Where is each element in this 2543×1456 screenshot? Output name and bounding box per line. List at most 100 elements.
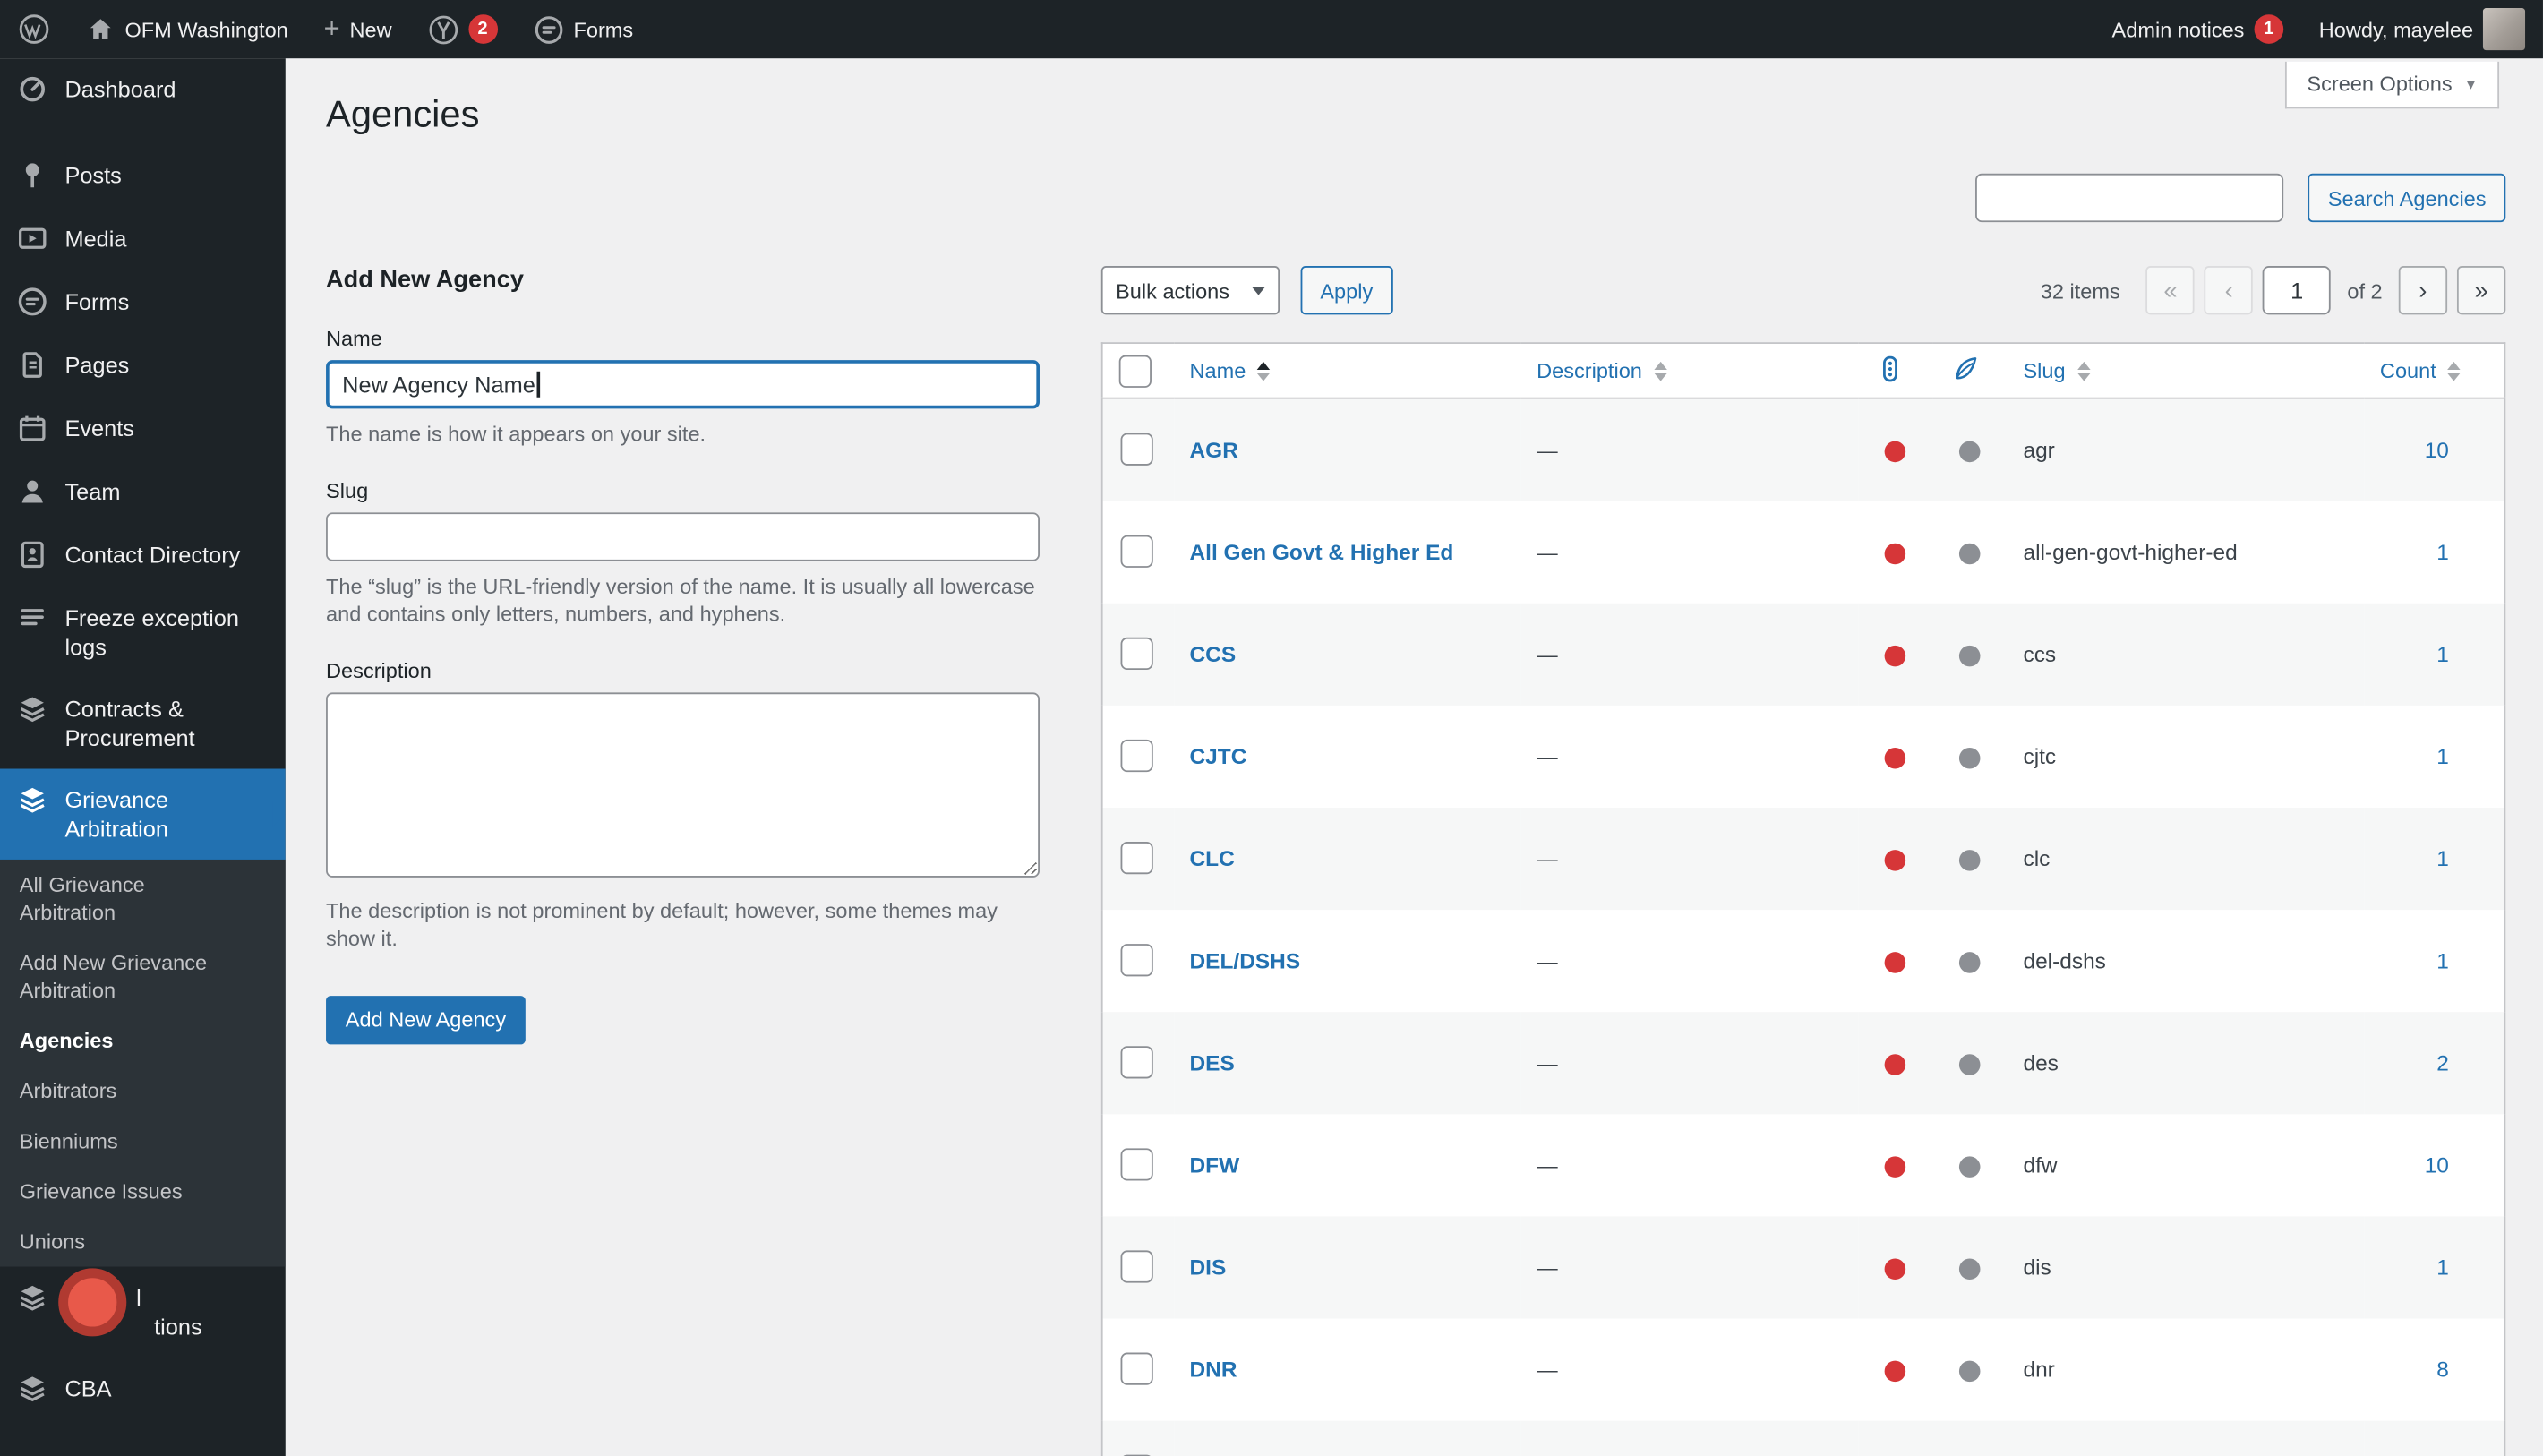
row-checkbox[interactable] [1120,637,1153,671]
row-count-link[interactable]: 10 [2425,438,2449,462]
submenu-link[interactable]: Add New Grievance Arbitration [0,938,260,1015]
row-checkbox[interactable] [1120,1148,1153,1181]
row-count-link[interactable]: 1 [2436,539,2449,563]
yoast-seo-link[interactable]: 2 [410,0,516,58]
search-input[interactable] [1975,173,2284,223]
sidebar-link-partial[interactable]: l tions [0,1267,286,1358]
row-checkbox[interactable] [1120,944,1153,977]
select-all-checkbox[interactable] [1118,354,1152,387]
new-content-link[interactable]: + New [306,0,410,58]
red-status-dot [1884,1155,1906,1178]
red-status-dot [1884,849,1906,870]
row-count-link[interactable]: 1 [2436,743,2449,767]
user-avatar [2482,8,2526,51]
red-status-column-header[interactable] [1857,343,1933,399]
row-name-link[interactable]: CLC [1190,846,1235,870]
row-checkbox[interactable] [1120,1250,1153,1283]
description-textarea[interactable] [326,691,1040,877]
name-input[interactable]: New Agency Name [326,360,1040,409]
admin-notices-label: Admin notices [2111,17,2245,42]
row-name-link[interactable]: All Gen Govt & Higher Ed [1190,539,1454,563]
row-name-link[interactable]: DNR [1190,1357,1237,1381]
sidebar-item-posts: Posts [0,144,286,208]
admin-notices-badge: 1 [2254,14,2283,44]
row-count-link[interactable]: 1 [2436,846,2449,870]
slug-help-text: The “slug” is the URL-friendly version o… [326,573,1035,627]
media-icon [16,222,48,254]
submenu-link[interactable]: Grievance Issues [0,1166,260,1216]
wordpress-logo-icon [18,13,50,45]
sidebar-link-contracts-procurement[interactable]: Contracts & Procurement [0,678,286,768]
submenu-link[interactable]: Arbitrators [0,1066,260,1116]
sidebar-link-contact-directory[interactable]: Contact Directory [0,524,286,587]
sidebar-item-media: Media [0,208,286,271]
row-count-link[interactable]: 8 [2436,1357,2449,1381]
row-name-link[interactable]: DES [1190,1050,1235,1075]
wordpress-logo-menu[interactable] [0,0,68,58]
sort-by-name[interactable]: Name [1190,358,1271,382]
gray-status-column-header[interactable] [1932,343,2008,399]
submenu-link[interactable]: Bienniums [0,1116,260,1166]
agencies-table: Name Description Slug Count AGR — agr 10… [1100,342,2506,1456]
row-slug: agr [2023,437,2055,462]
current-page-input[interactable] [2263,266,2332,315]
red-status-dot [1884,1359,1906,1382]
items-count: 32 items [2040,278,2120,303]
row-name-link[interactable]: DIS [1190,1255,1227,1279]
my-account-link[interactable]: Howdy, mayelee [2301,0,2543,58]
bulk-actions-select[interactable]: Bulk actions [1100,266,1280,315]
sidebar-link-team[interactable]: Team [0,460,286,524]
row-checkbox[interactable] [1120,739,1153,773]
howdy-label: Howdy, mayelee [2318,17,2474,42]
sidebar-link-posts[interactable]: Posts [0,144,286,208]
sidebar-link-freeze-exception-logs[interactable]: Freeze exception logs [0,587,286,678]
row-checkbox[interactable] [1120,1046,1153,1079]
row-count-link[interactable]: 10 [2425,1152,2449,1177]
screen-options-tab[interactable]: Screen Options ▼ [2285,61,2500,109]
row-count-link[interactable]: 1 [2436,1255,2449,1279]
sidebar-link-grievance-arbitration[interactable]: Grievance Arbitration [0,768,286,860]
sidebar-link-dashboard[interactable]: Dashboard [0,58,286,122]
layers-icon [16,1281,48,1314]
search-agencies-button[interactable]: Search Agencies [2308,173,2506,223]
sort-by-count[interactable]: Count [2380,358,2461,382]
row-name-link[interactable]: CJTC [1190,743,1247,767]
sidebar-link-events[interactable]: Events [0,398,286,461]
row-name-link[interactable]: AGR [1190,438,1238,462]
apply-button[interactable]: Apply [1300,266,1392,315]
submenu-link[interactable]: Unions [0,1216,260,1266]
admin-notices-link[interactable]: Admin notices 1 [2094,0,2301,58]
sidebar-link-pages[interactable]: Pages [0,334,286,398]
gravity-forms-icon [533,13,563,44]
row-name-link[interactable]: DEL/DSHS [1190,948,1301,972]
site-name-label: OFM Washington [124,17,288,42]
total-pages-label: of 2 [2347,278,2383,303]
sort-by-slug[interactable]: Slug [2023,358,2090,382]
sidebar-link-cba[interactable]: CBA [0,1358,286,1421]
row-name-link[interactable]: CCS [1190,641,1237,665]
submenu-link[interactable]: Agencies [0,1015,260,1066]
page-title: Agencies [326,92,480,135]
sidebar-link-media[interactable]: Media [0,208,286,271]
sort-by-description[interactable]: Description [1537,358,1667,382]
slug-input[interactable] [326,511,1040,561]
forms-admin-bar-link[interactable]: Forms [515,0,651,58]
form-heading: Add New Agency [326,266,524,294]
admin-bar: OFM Washington + New 2 Forms Admin notic… [0,0,2543,59]
next-page-button[interactable]: › [2398,266,2448,315]
last-page-button[interactable]: » [2456,266,2506,315]
row-checkbox[interactable] [1120,1352,1153,1385]
row-checkbox[interactable] [1120,842,1153,875]
row-slug: dfw [2023,1152,2058,1178]
sidebar-link-forms[interactable]: Forms [0,270,286,334]
row-checkbox[interactable] [1120,535,1153,568]
row-count-link[interactable]: 2 [2436,1050,2449,1075]
site-name-link[interactable]: OFM Washington [68,0,306,58]
row-count-link[interactable]: 1 [2436,641,2449,665]
table-header: Name Description Slug Count [1101,343,2505,399]
submenu-link[interactable]: All Grievance Arbitration [0,860,260,938]
row-name-link[interactable]: DFW [1190,1152,1240,1177]
row-checkbox[interactable] [1120,433,1153,467]
row-count-link[interactable]: 1 [2436,948,2449,972]
add-new-agency-button[interactable]: Add New Agency [326,995,526,1044]
